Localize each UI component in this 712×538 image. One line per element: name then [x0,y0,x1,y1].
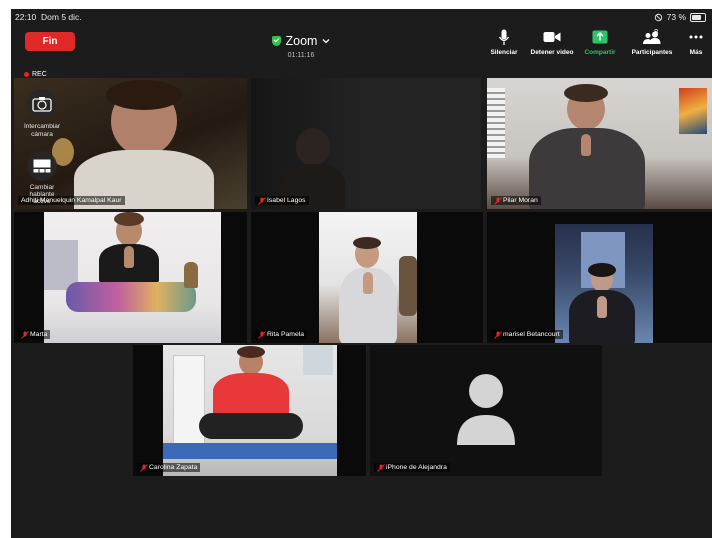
participant-name: iPhone de Alejandra [386,464,447,471]
switch-camera-button[interactable]: Intercambiar cámara [19,89,65,139]
mic-muted-icon [494,331,502,339]
more-label: Más [689,49,703,56]
participant-name-label: Marta [18,330,51,339]
participant-name: Pilar Moran [503,197,538,204]
battery-icon [690,12,706,22]
recording-indicator: REC [24,71,47,78]
participant-name: Isabel Lagos [267,197,306,204]
yoga-mat [163,443,337,459]
share-label: Compartir [584,49,616,56]
meeting-toolbar: Fin Zoom 01:11:16 Silenciar Detener vide… [11,25,712,65]
mic-muted-icon [377,464,385,472]
mic-muted-icon [21,331,29,339]
participant-head [296,128,330,166]
meeting-duration: 01:11:16 [287,52,315,59]
meeting-title[interactable]: Zoom 01:11:16 [246,33,356,59]
participant-name-label: Rita Pamela [255,330,308,339]
participant-name-label: iPhone de Alejandra [374,463,450,472]
zoom-meeting-screen: 22:10 Dom 5 dic. 73 % Fin Zoom 01:11:16 … [11,9,712,538]
security-shield-icon [271,36,281,46]
video-tile[interactable]: marisel Betancourt [487,212,712,343]
gallery-view-icon [33,159,51,173]
avatar-placeholder-icon [457,374,515,445]
meeting-app-title: Zoom [285,34,318,48]
participant-name: Carolina Zapata [149,464,198,471]
participant-video [44,212,221,343]
more-icon [689,35,703,39]
change-view-label: Cambiar hablante activo [29,184,55,205]
participant-name: Marta [30,331,48,338]
participant-name: Rita Pamela [267,331,305,338]
participant-name-label: Pilar Moran [491,196,541,205]
mic-muted-icon [258,331,266,339]
video-tile[interactable]: Pilar Moran [487,78,712,209]
status-date: Dom 5 dic. [41,12,82,22]
video-camera-icon [543,32,561,42]
participant-name-label: Isabel Lagos [255,196,309,205]
switch-camera-label: Intercambiar cámara [23,123,61,138]
switch-camera-icon [32,97,52,112]
yoga-mat [66,282,196,312]
share-button[interactable]: Compartir [576,27,624,56]
status-bar: 22:10 Dom 5 dic. 73 % [11,9,712,25]
participants-label: Participantes [631,49,673,56]
participant-hair [106,80,182,110]
participants-count-badge: 8 [654,27,659,36]
background-painting [679,88,707,134]
participant-video [555,224,653,343]
chevron-down-icon [323,39,330,44]
rec-dot-icon [24,72,29,77]
battery-fill [692,14,701,20]
participants-button[interactable]: 8 Participantes [624,27,680,56]
stop-video-label: Detener video [530,49,574,56]
status-time: 22:10 [15,12,37,22]
background-blinds [487,88,505,158]
video-tile[interactable]: Isabel Lagos [251,78,483,209]
toolbar-actions: Silenciar Detener video Compartir 8 Part… [480,27,712,56]
status-time-date: 22:10 Dom 5 dic. [15,12,82,22]
change-view-button[interactable]: Cambiar hablante activo [19,151,65,205]
participant-video [487,78,712,209]
participant-video [251,78,483,209]
more-button[interactable]: Más [680,27,712,56]
participant-video [319,212,417,343]
background-chair [399,256,417,316]
rec-label: REC [32,71,47,78]
end-meeting-button[interactable]: Fin [25,32,75,51]
orientation-lock-icon [654,13,662,21]
background-plant [184,262,198,288]
participant-hair [353,237,381,249]
participant-name: marisel Betancourt [503,331,560,338]
participant-name-label: Carolina Zapata [137,463,201,472]
participant-video [163,345,337,476]
background-window [303,345,333,375]
video-tile[interactable]: Rita Pamela [251,212,483,343]
participant-hands [124,246,134,268]
stop-video-button[interactable]: Detener video [528,27,576,56]
video-tile[interactable]: Carolina Zapata [133,345,366,476]
battery-percent: 73 % [666,12,686,22]
participant-hands [363,272,373,294]
mute-label: Silenciar [490,49,518,56]
participant-hands [581,134,591,156]
share-screen-icon [592,30,608,44]
mute-button[interactable]: Silenciar [480,27,528,56]
participant-hair [588,263,616,277]
microphone-icon [498,29,510,45]
participant-hair [237,346,265,358]
mic-muted-icon [258,197,266,205]
participants-icon [643,31,661,44]
video-tile[interactable]: iPhone de Alejandra [370,345,602,476]
participant-hair [564,84,608,102]
participant-hands [597,296,607,318]
background-door [361,78,481,209]
video-tile[interactable]: Marta [14,212,247,343]
mic-muted-icon [140,464,148,472]
participant-legs [199,413,303,439]
participant-hair [114,212,144,226]
participant-name-label: marisel Betancourt [491,330,563,339]
mic-muted-icon [494,197,502,205]
